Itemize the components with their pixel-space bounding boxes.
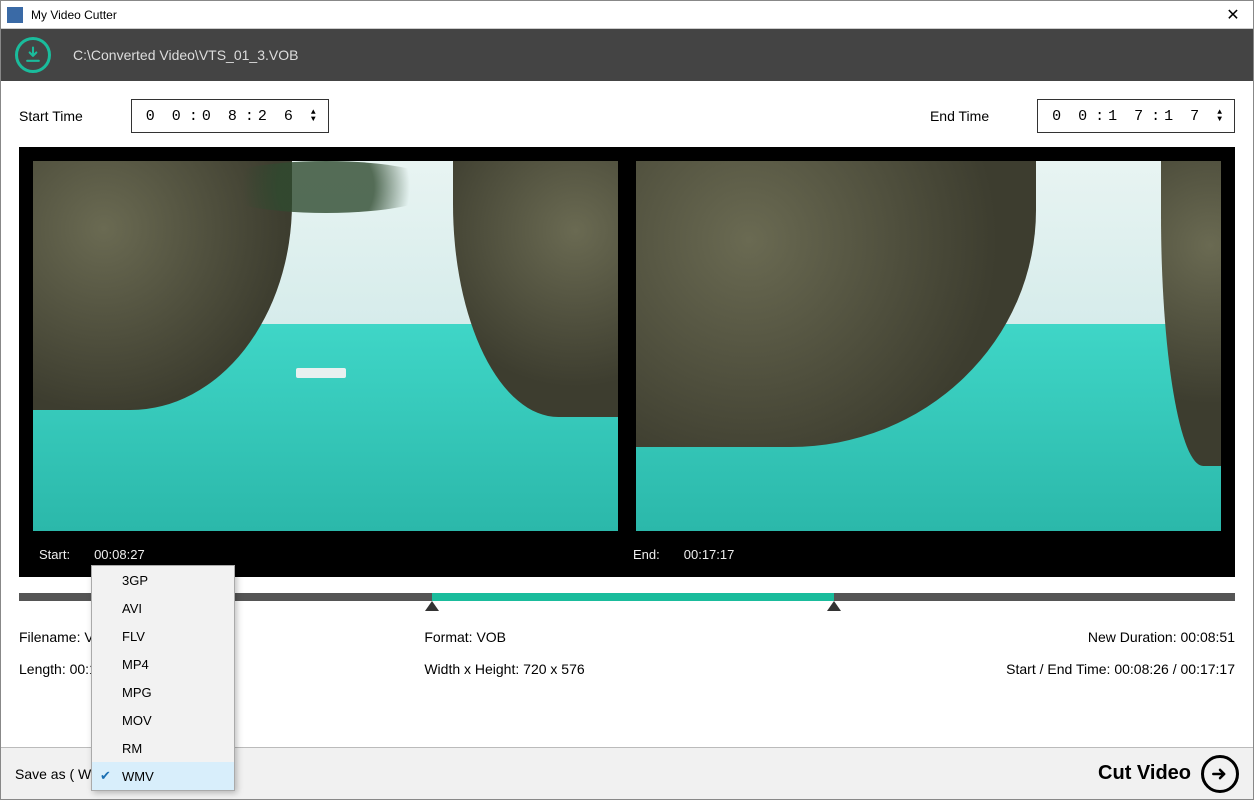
startend-cell: Start / End Time: 00:08:26 / 00:17:17 — [830, 661, 1235, 677]
format-value: VOB — [476, 629, 506, 645]
end-time-label: End Time — [930, 108, 989, 124]
format-option-mpg[interactable]: MPG — [92, 678, 234, 706]
filename-label: Filename: — [19, 629, 80, 645]
start-ss[interactable]: 2 6 — [258, 108, 297, 125]
app-icon — [7, 7, 23, 23]
format-option-rm[interactable]: RM — [92, 734, 234, 762]
format-option-mov[interactable]: MOV — [92, 706, 234, 734]
arrow-right-icon — [1201, 755, 1239, 793]
preview-end-value: 00:17:17 — [684, 547, 735, 562]
start-time-label: Start Time — [19, 108, 83, 124]
cut-video-label: Cut Video — [1098, 762, 1191, 785]
close-button[interactable]: ✕ — [1213, 1, 1253, 28]
titlebar: My Video Cutter ✕ — [1, 1, 1253, 29]
dims-value: 720 x 576 — [523, 661, 585, 677]
preview-area: Start: 00:08:27 End: 00:17:17 — [19, 147, 1235, 577]
logo-download-icon — [15, 37, 51, 73]
header-bar: C:\Converted Video\VTS_01_3.VOB — [1, 29, 1253, 81]
main-content: Start Time 0 0 : 0 8 : 2 6 ▲▼ End Time 0… — [1, 81, 1253, 747]
startend-label: Start / End Time: — [1006, 661, 1110, 677]
preview-frames — [33, 161, 1221, 531]
newdur-value: 00:08:51 — [1181, 629, 1236, 645]
format-option-avi[interactable]: AVI — [92, 594, 234, 622]
format-option-wmv[interactable]: WMV — [92, 762, 234, 790]
start-time-group: Start Time 0 0 : 0 8 : 2 6 ▲▼ — [19, 99, 329, 133]
start-time-spinner[interactable]: ▲▼ — [311, 109, 320, 123]
newdur-label: New Duration: — [1088, 629, 1177, 645]
time-row: Start Time 0 0 : 0 8 : 2 6 ▲▼ End Time 0… — [19, 99, 1235, 133]
start-time-input[interactable]: 0 0 : 0 8 : 2 6 ▲▼ — [131, 99, 329, 133]
length-label: Length: — [19, 661, 66, 677]
dims-cell: Width x Height: 720 x 576 — [424, 661, 829, 677]
file-path: C:\Converted Video\VTS_01_3.VOB — [73, 47, 298, 63]
preview-end-label-row: End: 00:17:17 — [627, 531, 1221, 577]
preview-start-value: 00:08:27 — [94, 547, 145, 562]
start-hh[interactable]: 0 0 — [146, 108, 185, 125]
end-time-group: End Time 0 0 : 1 7 : 1 7 ▲▼ — [930, 99, 1235, 133]
end-time-spinner[interactable]: ▲▼ — [1217, 109, 1226, 123]
format-option-mp4[interactable]: MP4 — [92, 650, 234, 678]
preview-end-label: End: — [633, 547, 660, 562]
format-dropdown[interactable]: 3GPAVIFLVMP4MPGMOVRMWMV — [91, 565, 235, 791]
cut-video-button[interactable]: Cut Video — [1098, 755, 1239, 793]
end-frame-preview — [636, 161, 1221, 531]
end-time-input[interactable]: 0 0 : 1 7 : 1 7 ▲▼ — [1037, 99, 1235, 133]
end-ss[interactable]: 1 7 — [1164, 108, 1203, 125]
start-frame-preview — [33, 161, 618, 531]
end-hh[interactable]: 0 0 — [1052, 108, 1091, 125]
format-label: Format: — [424, 629, 472, 645]
window-title: My Video Cutter — [31, 8, 1213, 22]
start-mm[interactable]: 0 8 — [202, 108, 241, 125]
preview-start-label: Start: — [39, 547, 70, 562]
newdur-cell: New Duration: 00:08:51 — [830, 629, 1235, 645]
startend-value: 00:08:26 / 00:17:17 — [1114, 661, 1235, 677]
timeline-selection[interactable] — [432, 593, 833, 601]
end-mm[interactable]: 1 7 — [1108, 108, 1147, 125]
format-option-3gp[interactable]: 3GP — [92, 566, 234, 594]
dims-label: Width x Height: — [424, 661, 519, 677]
format-option-flv[interactable]: FLV — [92, 622, 234, 650]
format-cell: Format: VOB — [424, 629, 829, 645]
